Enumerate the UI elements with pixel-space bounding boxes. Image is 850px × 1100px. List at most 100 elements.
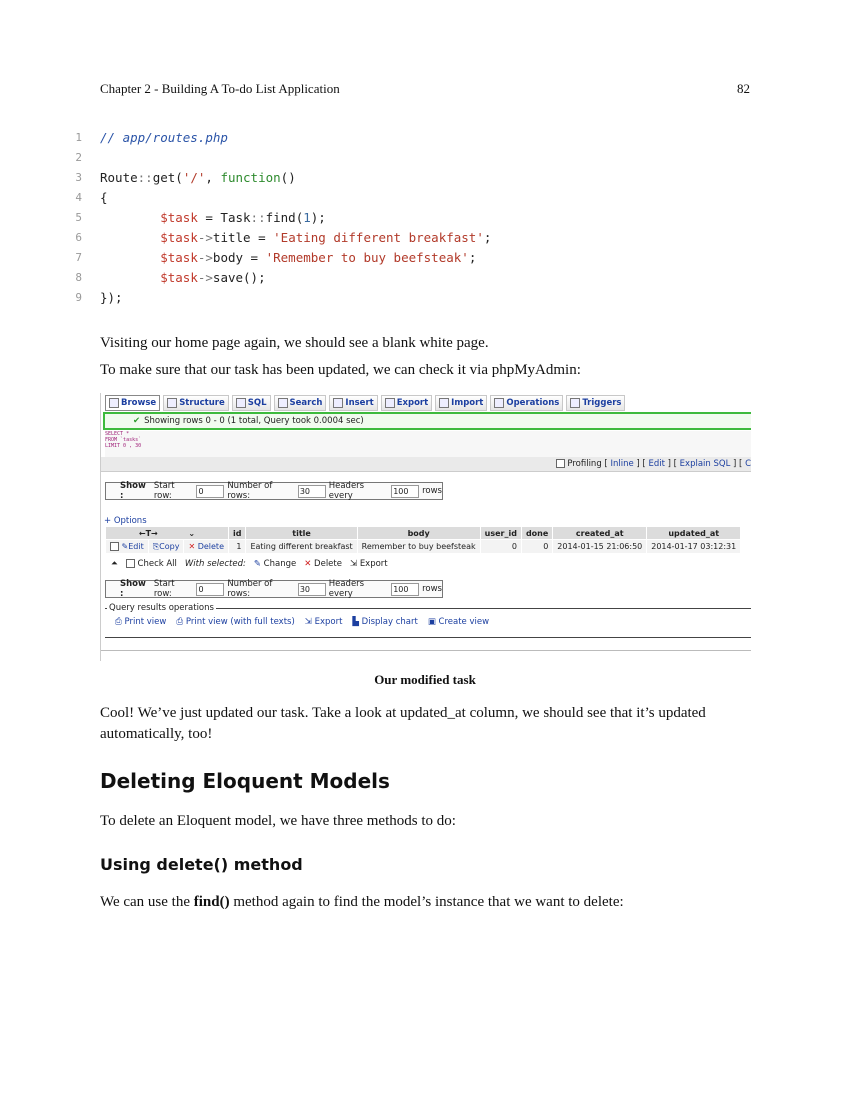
line-number: 3 — [75, 171, 82, 184]
insert-icon — [333, 398, 344, 408]
print-icon: ⎙ — [115, 617, 122, 627]
tab-insert[interactable]: Insert — [329, 395, 378, 411]
code-text: Route::get('/', function() — [100, 170, 296, 185]
col-header[interactable]: user_id — [479, 526, 522, 540]
col-header[interactable]: updated_at — [646, 526, 742, 540]
tab-triggers[interactable]: Triggers — [566, 395, 626, 411]
tab-structure[interactable]: Structure — [163, 395, 229, 411]
structure-icon — [167, 398, 178, 408]
divider — [101, 650, 751, 654]
tab-import[interactable]: Import — [435, 395, 488, 411]
export-icon: ⇲ — [349, 559, 358, 569]
line-number: 6 — [75, 231, 82, 244]
paragraph: Cool! We’ve just updated our task. Take … — [100, 705, 706, 742]
delete-link[interactable]: Delete — [198, 542, 224, 551]
figure-caption: Our modified task — [374, 672, 476, 687]
subsection-heading: Using delete() method — [100, 855, 303, 874]
print-view-full-link[interactable]: Print view (with full texts) — [186, 617, 295, 627]
tab-browse[interactable]: Browse — [105, 395, 161, 411]
num-rows-input[interactable]: 30 — [297, 582, 326, 596]
line-number: 4 — [75, 191, 82, 204]
cell-updated-at: 2014-01-17 03:12:31 — [646, 539, 742, 554]
arrow-up-icon: ⏶ — [111, 559, 118, 569]
cell-user-id: 0 — [479, 539, 522, 554]
code-text: $task->save(); — [160, 270, 266, 285]
show-rows-box-bottom: Show : Start row: 0 Number of rows: 30 H… — [105, 579, 443, 599]
explain-sql-link[interactable]: Explain SQL — [680, 459, 731, 469]
operations-icon — [494, 398, 505, 408]
tab-label: Search — [289, 398, 323, 408]
line-number: 9 — [75, 291, 82, 304]
print-icon: ⎙ — [176, 617, 184, 627]
code-text: }); — [100, 290, 123, 305]
cell-id: 1 — [227, 539, 247, 554]
results-table: ←T→ ⌄ id title body user_id done created… — [105, 526, 742, 554]
num-rows-input[interactable]: 30 — [297, 484, 326, 498]
col-header[interactable]: body — [356, 526, 481, 540]
tab-label: Import — [451, 398, 484, 408]
delete-icon: ✕ — [188, 542, 196, 551]
paragraph: We can use the find() method again to fi… — [100, 894, 624, 910]
chapter-header: Chapter 2 - Building A To-do List Applic… — [100, 81, 340, 96]
line-number: 7 — [75, 251, 82, 264]
line-number: 1 — [75, 131, 82, 144]
delete-icon: ✕ — [304, 559, 312, 569]
tab-sql[interactable]: SQL — [231, 395, 271, 411]
chevron-down-icon[interactable]: ⌄ — [188, 529, 195, 538]
edit-link[interactable]: Edit — [128, 542, 144, 551]
start-row-input[interactable]: 0 — [196, 484, 225, 498]
paragraph: To make sure that our task has been upda… — [100, 362, 581, 378]
table-row: ✎Edit ⎘Copy ✕ Delete 1 Eating different … — [105, 539, 742, 554]
col-header[interactable]: id — [227, 526, 247, 540]
check-all-checkbox[interactable] — [125, 559, 135, 568]
tab-export[interactable]: Export — [380, 395, 433, 411]
headers-every-input[interactable]: 100 — [391, 582, 420, 596]
row-checkbox[interactable] — [110, 542, 119, 551]
code-text: $task->body = 'Remember to buy beefsteak… — [160, 250, 477, 265]
page-number: 82 — [737, 81, 750, 96]
create-view-link[interactable]: Create view — [439, 617, 490, 627]
tab-search[interactable]: Search — [273, 395, 327, 411]
sort-arrows[interactable]: ←T→ ⌄ — [105, 526, 229, 540]
cell-title: Eating different breakfast — [245, 539, 358, 554]
export-link[interactable]: Export — [315, 617, 343, 627]
col-header[interactable]: done — [520, 526, 554, 540]
sql-icon — [235, 398, 246, 408]
tab-label: Triggers — [582, 398, 622, 408]
pma-tab-bar: Browse Structure SQL Search Insert Export Impo… — [105, 395, 626, 411]
print-view-link[interactable]: Print view — [125, 617, 167, 627]
edit-link[interactable]: Edit — [648, 459, 664, 469]
headers-every-input[interactable]: 100 — [391, 484, 420, 498]
export-icon: ⇲ — [304, 617, 312, 627]
tab-label: Structure — [179, 398, 225, 408]
line-number: 8 — [75, 271, 82, 284]
options-link[interactable]: + Options — [104, 516, 147, 526]
bulk-export[interactable]: Export — [360, 559, 388, 569]
col-header[interactable]: title — [245, 526, 358, 540]
query-results-operations: Query results operations ⎙ Print view ⎙ … — [105, 603, 751, 638]
bulk-delete[interactable]: Delete — [314, 559, 342, 569]
display-chart-link[interactable]: Display chart — [362, 617, 418, 627]
profiling-checkbox[interactable] — [555, 459, 565, 468]
check-icon: ✔ — [133, 416, 141, 426]
browse-icon — [109, 398, 119, 408]
col-header[interactable]: created_at — [552, 526, 648, 540]
paragraph: To delete an Eloquent model, we have thr… — [100, 813, 456, 829]
code-text: $task->title = 'Eating different breakfa… — [160, 230, 492, 245]
tab-operations[interactable]: Operations — [490, 395, 564, 411]
inline-link[interactable]: Inline — [610, 459, 633, 469]
copy-link[interactable]: Copy — [159, 542, 179, 551]
tab-label: Browse — [121, 398, 157, 408]
start-row-input[interactable]: 0 — [196, 582, 225, 596]
bulk-change[interactable]: Change — [264, 559, 297, 569]
export-icon — [384, 398, 395, 408]
cell-body: Remember to buy beefsteak — [356, 539, 481, 554]
import-icon — [439, 398, 450, 408]
code-text: { — [100, 190, 108, 205]
pencil-icon: ✎ — [253, 559, 261, 569]
create-php-link[interactable]: C — [745, 459, 751, 469]
chart-icon: ▙ — [352, 617, 359, 627]
cell-done: 0 — [520, 539, 554, 554]
query-success-banner: ✔ Showing rows 0 - 0 (1 total, Query took… — [103, 412, 751, 430]
cell-created-at: 2014-01-15 21:06:50 — [552, 539, 648, 554]
